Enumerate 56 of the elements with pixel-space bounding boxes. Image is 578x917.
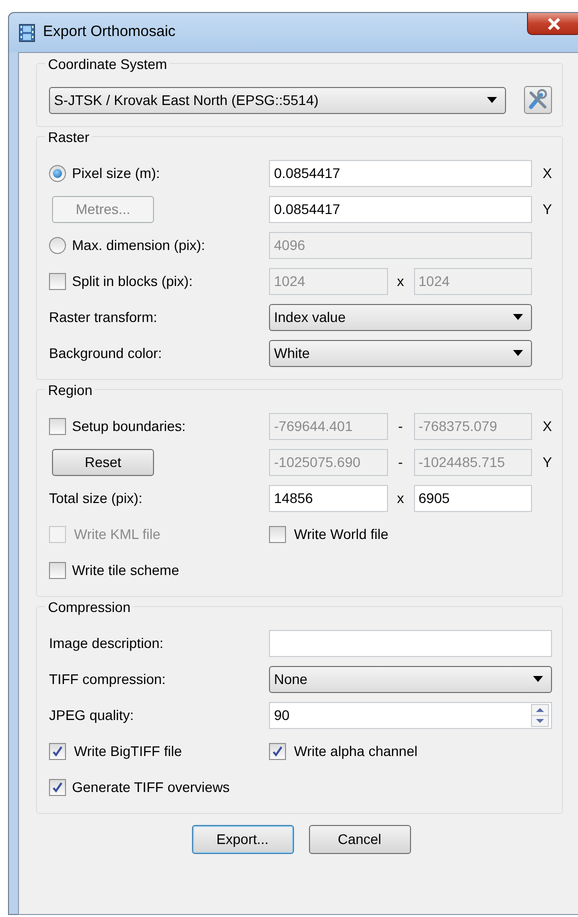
text-field[interactable]: 0.0854417 xyxy=(269,160,532,186)
axis-label: X xyxy=(542,416,552,436)
close-icon xyxy=(547,18,561,30)
tools-button[interactable] xyxy=(524,86,552,114)
text-field[interactable] xyxy=(269,630,552,656)
close-button[interactable] xyxy=(527,13,578,35)
separator-label: - xyxy=(397,416,404,436)
field-label: Image description: xyxy=(49,634,164,653)
checkbox-label: Setup boundaries: xyxy=(72,416,186,436)
checkbox[interactable] xyxy=(49,778,66,796)
dialog-button[interactable]: Export... xyxy=(192,825,294,854)
checkbox[interactable] xyxy=(49,272,66,290)
checkbox-label: Write alpha channel xyxy=(294,742,418,761)
film-strip-icon xyxy=(19,24,35,42)
checkbox-label: Write BigTIFF file xyxy=(74,742,182,761)
caret-icon xyxy=(513,350,523,356)
dialog-button[interactable]: Cancel xyxy=(308,825,410,854)
dropdown[interactable]: Index value xyxy=(269,304,532,330)
separator-label: - xyxy=(397,452,404,472)
field-label: Raster transform: xyxy=(49,308,158,326)
axis-label: Y xyxy=(542,200,552,218)
radio-label: Pixel size (m): xyxy=(72,164,160,183)
tools-icon xyxy=(527,89,549,111)
radio-label: Max. dimension (pix): xyxy=(72,236,206,255)
axis-label: X xyxy=(542,164,552,182)
dropdown[interactable]: None xyxy=(269,666,552,692)
spin-arrows-icon xyxy=(531,704,549,726)
checkbox-label: Write tile scheme xyxy=(72,560,180,580)
checkbox-label: Write World file xyxy=(294,524,388,544)
separator-label: x xyxy=(396,488,405,508)
spin-box[interactable]: 90 xyxy=(269,702,552,728)
checkbox-label: Split in blocks (pix): xyxy=(72,272,193,291)
radio-button[interactable] xyxy=(49,164,66,182)
push-button[interactable]: Reset xyxy=(52,448,154,476)
text-field[interactable]: 6905 xyxy=(414,484,532,512)
checkbox[interactable] xyxy=(49,742,66,760)
field-label: Total size (pix): xyxy=(49,488,142,508)
checkbox-label: Generate TIFF overviews xyxy=(72,778,230,796)
separator-label: x xyxy=(396,272,405,290)
checkbox[interactable] xyxy=(49,418,66,434)
field-label: Background color: xyxy=(49,344,162,363)
window-title: Export Orthomosaic xyxy=(43,22,176,42)
checkbox[interactable] xyxy=(269,742,286,760)
caret-icon xyxy=(513,314,523,320)
checkbox[interactable] xyxy=(269,526,286,542)
field-label: JPEG quality: xyxy=(49,706,134,725)
caret-icon xyxy=(487,97,497,103)
text-field[interactable]: 14856 xyxy=(269,484,388,512)
checkbox[interactable] xyxy=(49,562,66,578)
axis-label: Y xyxy=(542,452,552,472)
field-label: TIFF compression: xyxy=(49,670,166,689)
checkbox-label: Write KML file xyxy=(74,524,160,544)
dropdown[interactable]: S-JTSK / Krovak East North (EPSG::5514) xyxy=(49,86,506,114)
dropdown[interactable]: White xyxy=(269,340,532,366)
radio-button[interactable] xyxy=(49,236,66,254)
caret-icon xyxy=(533,676,543,682)
